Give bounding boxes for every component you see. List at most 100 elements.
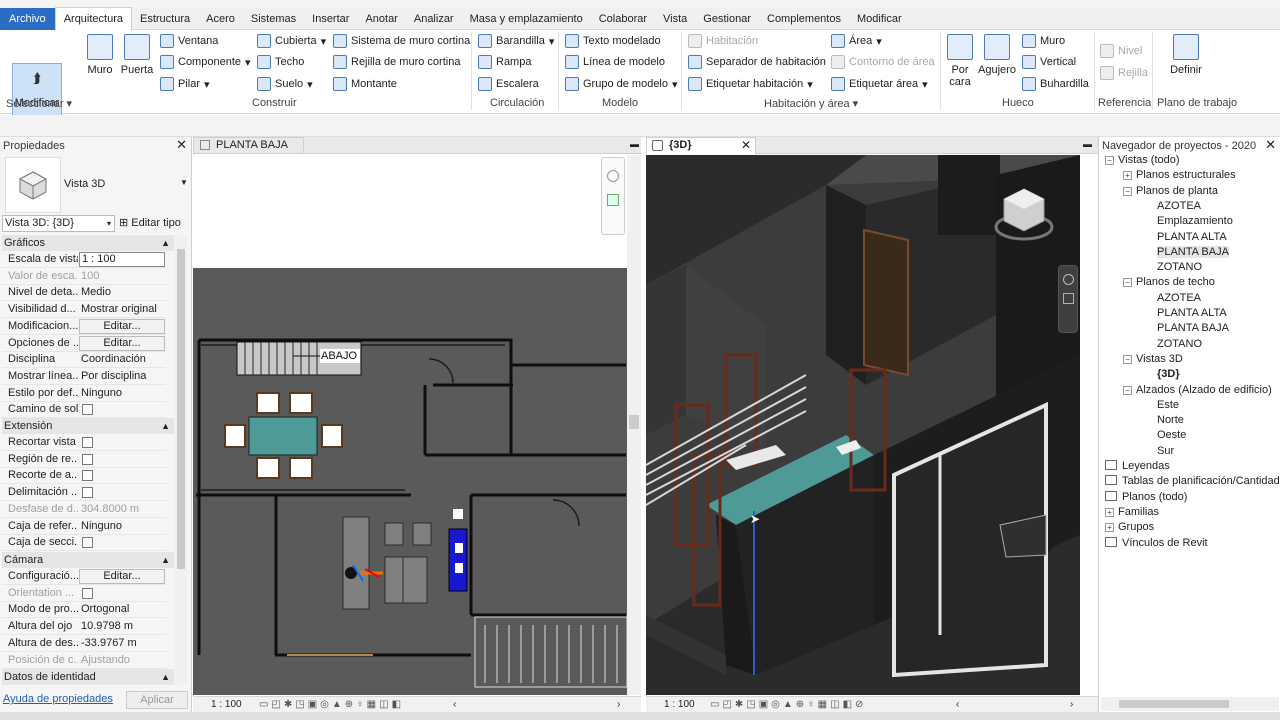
ceiling-button[interactable]: Techo bbox=[257, 55, 304, 69]
browser-item[interactable]: − Alzados (Alzado de edificio) bbox=[1123, 384, 1272, 396]
3d-scroll-right-icon[interactable]: › bbox=[1070, 697, 1073, 712]
tab-modificar[interactable]: Modificar bbox=[849, 8, 910, 30]
property-row[interactable]: Altura del ojo 10.9798 m bbox=[2, 618, 166, 636]
browser-item[interactable]: PLANTA BAJA bbox=[1157, 245, 1229, 258]
property-row[interactable]: Escala de vista 1 : 100 bbox=[2, 251, 166, 268]
tab-estructura[interactable]: Estructura bbox=[132, 8, 198, 30]
property-checkbox[interactable] bbox=[82, 470, 93, 482]
browser-item[interactable]: PLANTA ALTA bbox=[1157, 307, 1227, 319]
tab-3d[interactable]: {3D} ✕ bbox=[646, 137, 756, 154]
browser-item[interactable]: Sur bbox=[1157, 445, 1174, 457]
curtain-grid-button[interactable]: Rejilla de muro cortina bbox=[333, 55, 460, 69]
property-row[interactable]: Recorte de a... bbox=[2, 467, 166, 485]
plan-scale[interactable]: 1 : 100 bbox=[211, 697, 242, 712]
property-row[interactable]: Estilo por def... Ninguno bbox=[2, 385, 166, 402]
railing-button[interactable]: Barandilla ▾ bbox=[478, 34, 554, 48]
tab-vista[interactable]: Vista bbox=[655, 8, 695, 30]
collapse-icon[interactable]: − bbox=[1123, 278, 1132, 288]
property-value[interactable]: Medio bbox=[79, 284, 165, 300]
collapse-icon[interactable]: − bbox=[1123, 354, 1132, 364]
shaft-button[interactable]: Agujero bbox=[978, 34, 1016, 76]
section-camara[interactable]: Cámara ▲ bbox=[2, 552, 174, 568]
plan-vertical-scrollbar[interactable] bbox=[627, 155, 641, 695]
property-value[interactable]: Coordinación bbox=[79, 351, 165, 367]
property-row[interactable]: Opciones de ... Editar... bbox=[2, 335, 166, 352]
section-identidad[interactable]: Datos de identidad ▲ bbox=[2, 669, 174, 685]
close-browser-icon[interactable]: ✕ bbox=[1265, 137, 1276, 153]
type-dropdown-icon[interactable]: ▼ bbox=[180, 178, 188, 187]
tab-archivo[interactable]: Archivo bbox=[0, 7, 55, 30]
browser-item[interactable]: + Planos estructurales bbox=[1123, 169, 1236, 181]
edit-type-button[interactable]: ⊞ Editar tipo bbox=[119, 216, 181, 229]
tab-complementos[interactable]: Complementos bbox=[759, 8, 849, 30]
zoom-icon[interactable] bbox=[607, 194, 619, 206]
steering-wheel-icon[interactable] bbox=[607, 170, 619, 182]
3d-view-canvas[interactable]: ➤ bbox=[646, 155, 1080, 695]
3d-scroll-left-icon[interactable]: ‹ bbox=[956, 697, 959, 712]
tab-arquitectura[interactable]: Arquitectura bbox=[54, 7, 132, 30]
section-graficos[interactable]: Gráficos ▲ bbox=[2, 235, 174, 251]
browser-item[interactable]: PLANTA ALTA bbox=[1157, 231, 1227, 243]
property-value[interactable]: Por disciplina bbox=[79, 368, 165, 384]
window-button[interactable]: Ventana bbox=[160, 34, 218, 48]
3d-view-controls-icons[interactable]: ▭◰✱◳▣◎▲⊕♀▦◫◧⊘ bbox=[710, 697, 866, 712]
edit-button[interactable]: Editar... bbox=[79, 318, 165, 334]
expand-icon[interactable]: + bbox=[1105, 507, 1114, 517]
browser-item[interactable]: Oeste bbox=[1157, 429, 1186, 441]
model-text-button[interactable]: Texto modelado bbox=[565, 34, 661, 48]
collapse-icon[interactable]: − bbox=[1123, 385, 1132, 395]
property-value[interactable]: 1 : 100 bbox=[79, 252, 165, 267]
plan-view-canvas[interactable]: ABAJO bbox=[193, 155, 641, 695]
wall-opening-button[interactable]: Muro bbox=[1022, 34, 1065, 48]
property-value[interactable]: Ortogonal bbox=[79, 601, 165, 617]
properties-scrollbar[interactable] bbox=[175, 235, 187, 685]
browser-item[interactable]: + Familias bbox=[1105, 506, 1159, 518]
collapse-icon[interactable]: − bbox=[1105, 156, 1114, 165]
column-button[interactable]: Pilar ▾ bbox=[160, 77, 210, 91]
tag-area-button[interactable]: Etiquetar área ▾ bbox=[831, 77, 928, 91]
browser-item[interactable]: {3D} bbox=[1157, 368, 1180, 380]
property-checkbox[interactable] bbox=[82, 487, 93, 499]
property-row[interactable]: Orientation ... bbox=[2, 585, 166, 602]
3d-view-menu-icon[interactable]: ▬ bbox=[1083, 139, 1092, 149]
expand-icon[interactable]: + bbox=[1123, 171, 1132, 181]
set-workplane-button[interactable]: Definir bbox=[1166, 34, 1206, 76]
edit-button[interactable]: Editar... bbox=[79, 569, 165, 584]
property-row[interactable]: Recortar vista bbox=[2, 434, 166, 451]
panel-habitacion[interactable]: Habitación y área ▾ bbox=[764, 97, 858, 110]
property-row[interactable]: Visibilidad d... Mostrar original bbox=[2, 301, 166, 319]
close-3d-tab-icon[interactable]: ✕ bbox=[741, 138, 751, 153]
browser-item[interactable]: Vínculos de Revit bbox=[1105, 536, 1208, 549]
browser-item[interactable]: − Vistas (todo) bbox=[1105, 154, 1180, 166]
browser-item[interactable]: Tablas de planificación/Cantidades bbox=[1105, 475, 1280, 487]
vertical-opening-button[interactable]: Vertical bbox=[1022, 55, 1076, 69]
by-face-button[interactable]: Por cara bbox=[944, 34, 976, 88]
browser-item[interactable]: Emplazamiento bbox=[1157, 215, 1233, 227]
property-row[interactable]: Delimitación ... bbox=[2, 484, 166, 502]
room-button[interactable]: Habitación bbox=[688, 34, 758, 48]
property-row[interactable]: Nivel de deta... Medio bbox=[2, 284, 166, 302]
property-value[interactable]: Ninguno bbox=[79, 518, 165, 534]
curtain-system-button[interactable]: Sistema de muro cortina bbox=[333, 34, 470, 48]
browser-item[interactable]: AZOTEA bbox=[1157, 200, 1201, 212]
property-row[interactable]: Disciplina Coordinación bbox=[2, 351, 166, 369]
tab-anotar[interactable]: Anotar bbox=[357, 8, 405, 30]
tab-colaborar[interactable]: Colaborar bbox=[591, 8, 655, 30]
dormer-button[interactable]: Buhardilla bbox=[1022, 77, 1089, 91]
browser-item[interactable]: Norte bbox=[1157, 414, 1184, 426]
mullion-button[interactable]: Montante bbox=[333, 77, 397, 91]
browser-item[interactable]: ZOTANO bbox=[1157, 338, 1202, 350]
tab-masa-y-emplazamiento[interactable]: Masa y emplazamiento bbox=[462, 8, 591, 30]
property-row[interactable]: Caja de refer... Ninguno bbox=[2, 518, 166, 535]
roof-button[interactable]: Cubierta ▾ bbox=[257, 34, 326, 48]
component-button[interactable]: Componente ▾ bbox=[160, 55, 251, 69]
browser-item[interactable]: AZOTEA bbox=[1157, 292, 1201, 304]
edit-button[interactable]: Editar... bbox=[79, 335, 165, 351]
ramp-button[interactable]: Rampa bbox=[478, 55, 531, 69]
browser-item[interactable]: PLANTA BAJA bbox=[1157, 322, 1229, 334]
floor-button[interactable]: Suelo ▾ bbox=[257, 77, 313, 91]
tab-analizar[interactable]: Analizar bbox=[406, 8, 462, 30]
browser-item[interactable]: + Grupos bbox=[1105, 521, 1154, 533]
property-value[interactable]: Mostrar original bbox=[79, 301, 165, 317]
wall-button[interactable]: Muro bbox=[84, 34, 116, 76]
